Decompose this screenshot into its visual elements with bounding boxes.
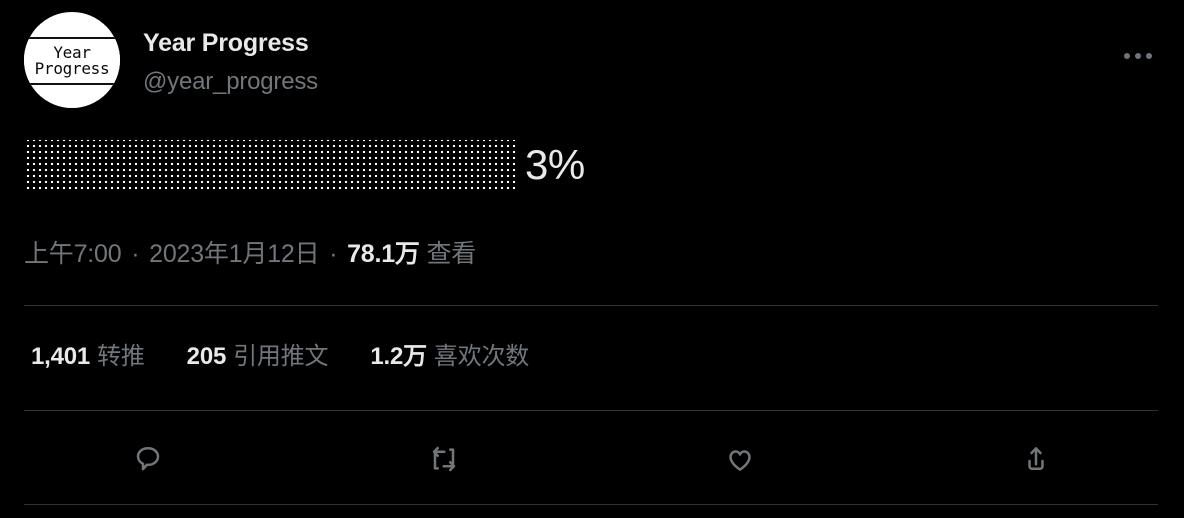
share-button[interactable] <box>888 432 1184 486</box>
tweet-body: 3% <box>24 140 1160 190</box>
tweet-header: Year Progress Year Progress @year_progre… <box>24 12 1160 112</box>
avatar-text-line2: Progress <box>34 59 110 78</box>
progress-percent-label: 3% <box>525 141 585 188</box>
more-options-button[interactable] <box>1116 34 1160 78</box>
retweet-button[interactable] <box>296 432 592 486</box>
avatar-band: Year Progress <box>24 37 120 85</box>
stat-label: 引用推文 <box>233 343 329 370</box>
tweet-date: 2023年1月12日 <box>149 240 320 268</box>
like-button[interactable] <box>592 432 888 486</box>
tweet-detail: Year Progress Year Progress @year_progre… <box>0 0 1184 518</box>
views-count[interactable]: 78.1万 <box>347 240 420 268</box>
account-handle[interactable]: @year_progress <box>143 67 318 97</box>
reply-button[interactable] <box>0 432 296 486</box>
stat-count: 205 <box>186 343 227 370</box>
display-name[interactable]: Year Progress <box>143 28 318 58</box>
divider <box>24 504 1158 505</box>
stat-quotes[interactable]: 205 引用推文 <box>187 341 329 373</box>
tweet-time: 上午7:00 <box>24 240 122 268</box>
stat-label: 转推 <box>97 343 145 370</box>
year-progress-graphic: 3% <box>24 140 585 190</box>
stat-count: 1,401 <box>31 343 91 370</box>
stat-count: 1.2万 <box>370 343 427 370</box>
avatar[interactable]: Year Progress <box>24 12 120 108</box>
comment-icon <box>136 447 160 471</box>
share-icon <box>1028 447 1044 470</box>
stat-label: 喜欢次数 <box>433 343 530 370</box>
progress-bar <box>24 140 516 190</box>
engagement-stats: 1,401 转推 205 引用推文 1.2万 喜欢次数 <box>31 341 529 373</box>
more-horizontal-icon-dot <box>1124 53 1130 59</box>
stat-retweets[interactable]: 1,401 转推 <box>31 341 145 373</box>
heart-icon <box>729 450 751 471</box>
meta-separator: · <box>329 240 338 268</box>
more-horizontal-icon-dot <box>1146 53 1152 59</box>
retweet-icon <box>432 446 456 472</box>
stat-likes[interactable]: 1.2万 喜欢次数 <box>370 341 529 373</box>
divider <box>24 305 1158 306</box>
account-identity: Year Progress @year_progress <box>143 28 318 97</box>
divider <box>24 410 1158 411</box>
views-label[interactable]: 查看 <box>427 240 477 268</box>
meta-separator: · <box>131 240 140 268</box>
tweet-meta: 上午7:00 · 2023年1月12日 · 78.1万 查看 <box>24 238 476 270</box>
action-bar <box>0 432 1184 486</box>
more-horizontal-icon-dot <box>1135 53 1141 59</box>
